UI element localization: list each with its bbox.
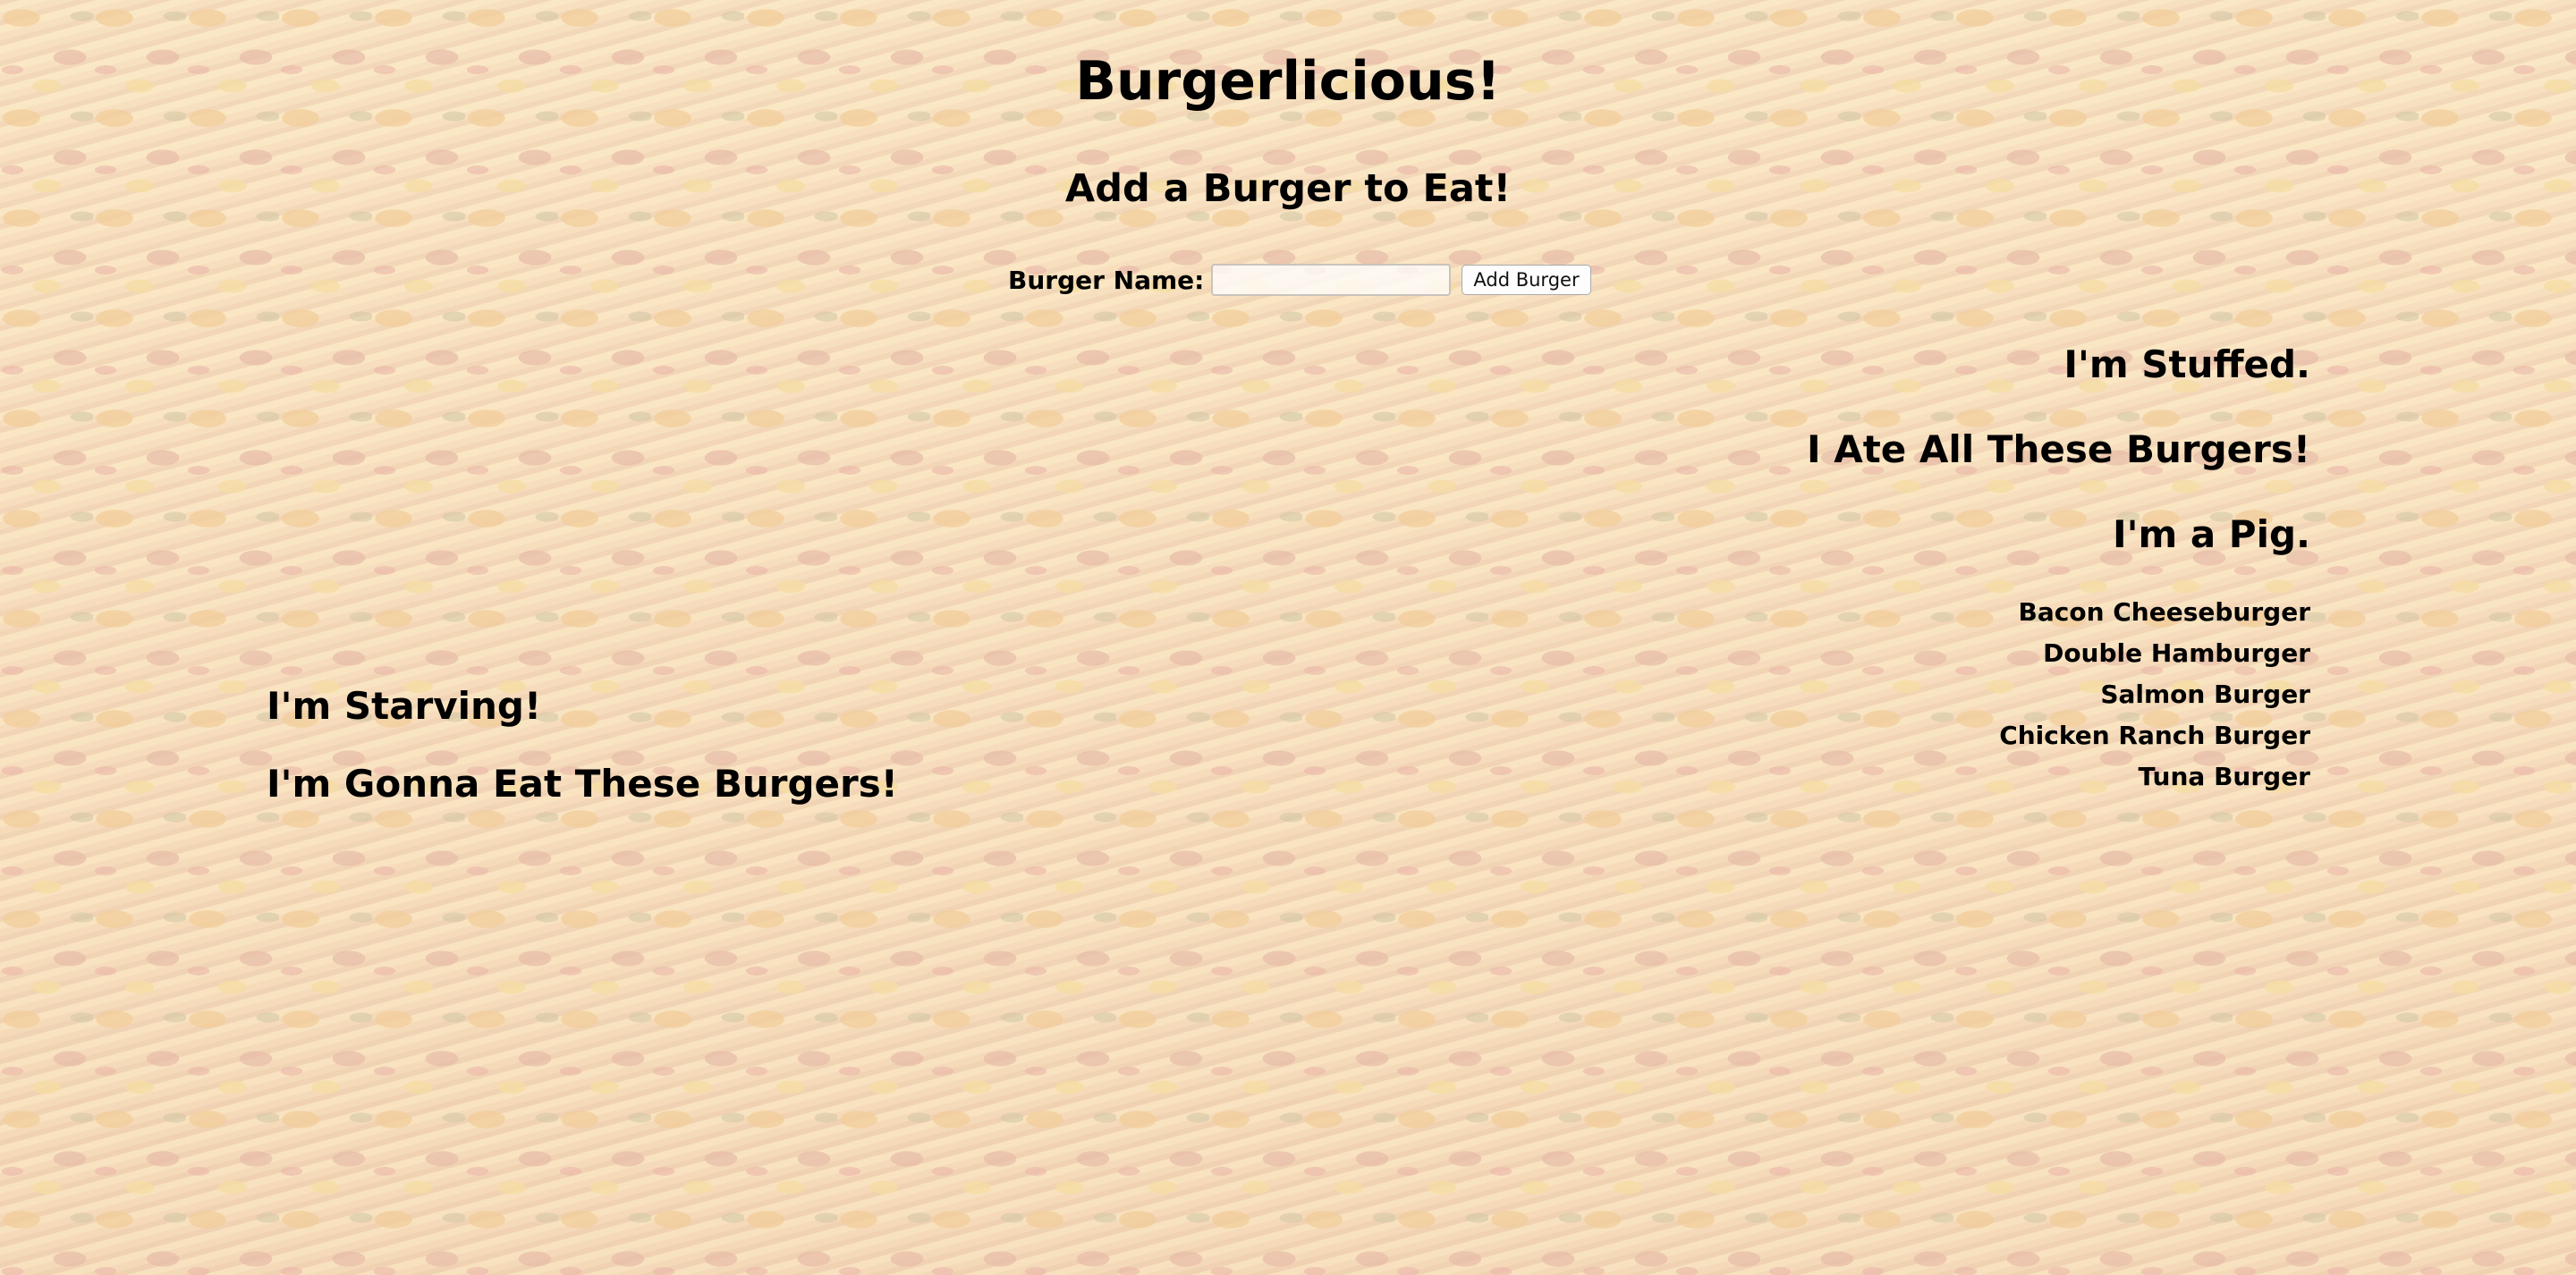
uneaten-burgers-column: I'm Starving! I'm Gonna Eat These Burger… bbox=[267, 684, 898, 840]
starving-heading: I'm Starving! bbox=[267, 684, 542, 728]
eaten-burger-list: Bacon Cheeseburger Double Hamburger Salm… bbox=[1807, 592, 2310, 798]
list-item: Chicken Ranch Burger bbox=[1999, 721, 2310, 750]
list-item: Salmon Burger bbox=[2100, 680, 2310, 709]
add-burger-heading: Add a Burger to Eat! bbox=[1064, 166, 1512, 211]
add-burger-button[interactable]: Add Burger bbox=[1462, 265, 1591, 295]
burger-name-label: Burger Name: bbox=[1008, 265, 1205, 295]
pig-heading: I'm a Pig. bbox=[2112, 512, 2310, 556]
ate-all-heading: I Ate All These Burgers! bbox=[1806, 427, 2310, 471]
list-item: Double Hamburger bbox=[2043, 638, 2310, 668]
gonna-eat-heading: I'm Gonna Eat These Burgers! bbox=[267, 762, 898, 806]
page-title: Burgerlicious! bbox=[1075, 50, 1501, 113]
eaten-burgers-column: I'm Stuffed. I Ate All These Burgers! I'… bbox=[1807, 342, 2310, 798]
add-burger-form: Burger Name: Add Burger bbox=[1008, 262, 1591, 298]
burger-name-input[interactable] bbox=[1211, 264, 1452, 296]
list-item: Tuna Burger bbox=[2138, 762, 2310, 791]
stuffed-heading: I'm Stuffed. bbox=[2063, 342, 2310, 386]
list-item: Bacon Cheeseburger bbox=[2018, 597, 2311, 627]
